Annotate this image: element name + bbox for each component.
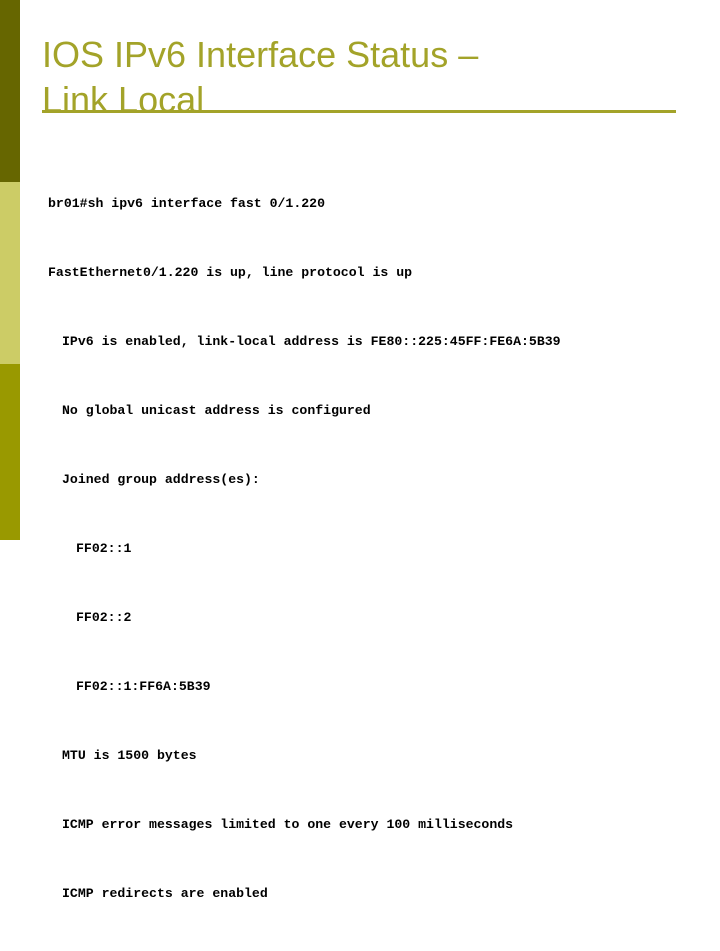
console-line: MTU is 1500 bytes	[62, 748, 197, 763]
console-line: br01#sh ipv6 interface fast 0/1.220	[48, 196, 325, 211]
title-divider	[42, 110, 676, 113]
decorative-sidebar	[0, 0, 20, 540]
page-title: IOS IPv6 Interface Status – Link Local	[42, 32, 682, 122]
console-line: ICMP redirects are enabled	[62, 886, 268, 901]
console-line: FF02::2	[76, 610, 132, 625]
console-line: ICMP error messages limited to one every…	[62, 817, 514, 832]
console-line: No global unicast address is configured	[62, 403, 371, 418]
console-line: FF02::1	[76, 541, 132, 556]
console-line: IPv6 is enabled, link-local address is F…	[62, 334, 561, 349]
console-line: FastEthernet0/1.220 is up, line protocol…	[48, 265, 413, 280]
console-output: br01#sh ipv6 interface fast 0/1.220 Fast…	[48, 146, 708, 951]
slide: IOS IPv6 Interface Status – Link Local b…	[0, 0, 720, 901]
sidebar-band-bottom	[0, 364, 20, 540]
page-title-line-2: Link Local	[42, 79, 205, 121]
page-title-line-1: IOS IPv6 Interface Status –	[42, 34, 479, 76]
console-line: Joined group address(es):	[62, 472, 260, 487]
sidebar-band-top	[0, 0, 20, 182]
sidebar-band-middle	[0, 182, 20, 364]
console-line: FF02::1:FF6A:5B39	[76, 679, 211, 694]
